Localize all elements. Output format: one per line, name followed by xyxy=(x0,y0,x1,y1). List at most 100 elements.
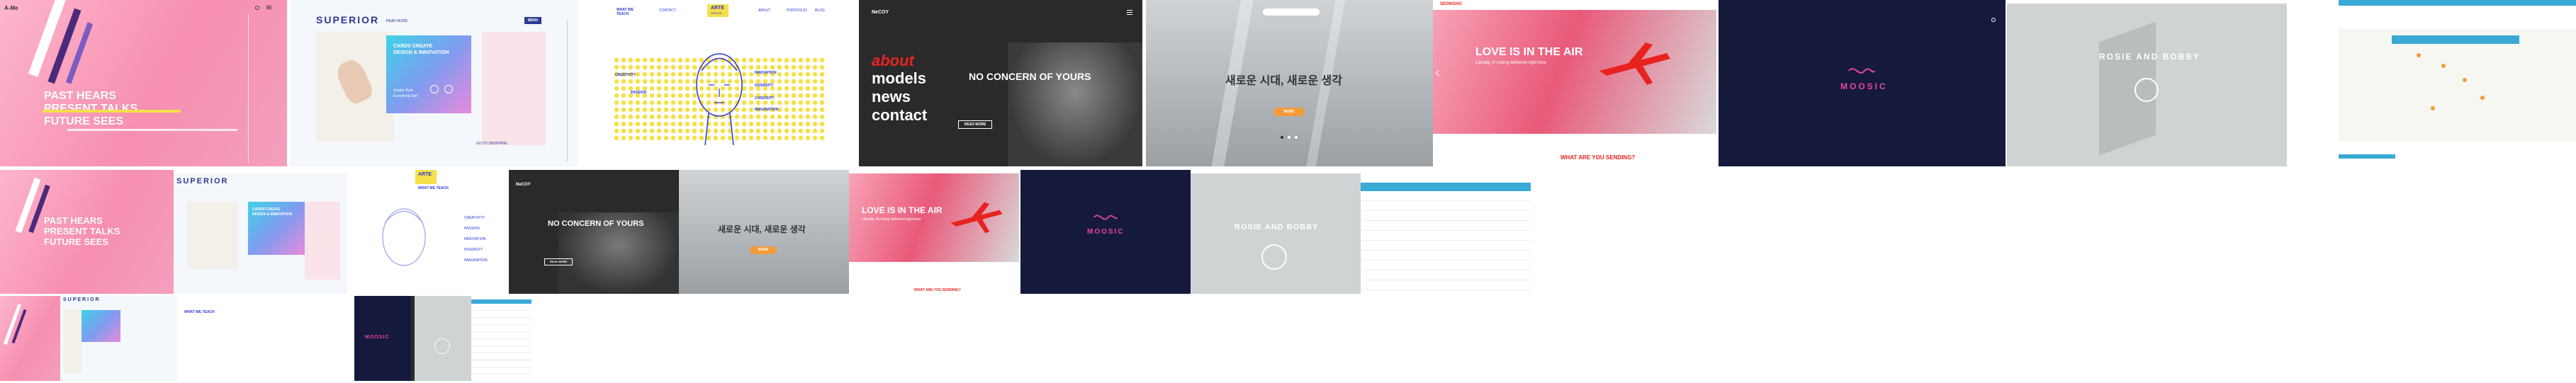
divider-line xyxy=(248,14,249,163)
gradient-card xyxy=(81,310,120,342)
card-sub-1: Simple Style xyxy=(393,88,413,93)
sky-hero xyxy=(1433,10,1716,134)
card-title-1: CARDS CREATE xyxy=(252,207,281,212)
arte-nav-portfolio[interactable]: PORTFOLIO xyxy=(787,8,807,13)
korean-heading: 새로운 시대, 새로운 생각 xyxy=(718,224,806,234)
yellow-bar xyxy=(43,110,181,113)
pink-panel xyxy=(482,32,546,145)
arte-desktop-frame: WHAT WE TEACH ARTE DESIGN CONTACT ABOUT … xyxy=(581,0,857,166)
arte-label-innovation: INNOVATION xyxy=(464,237,486,241)
moosic-title: MOOSIC xyxy=(1840,81,1888,91)
arte-logo-box[interactable]: ARTE xyxy=(415,170,437,184)
dark-read-more-button[interactable]: READ MORE xyxy=(544,258,573,265)
dark-brand[interactable]: NeCOY xyxy=(872,10,889,15)
pink-heading-2: PRESENT TALKS xyxy=(44,226,120,236)
moosic-logo-icon xyxy=(1848,68,1875,74)
statue-head-illustration xyxy=(696,53,743,146)
arte-label-innovation: INNOVATION xyxy=(755,71,777,75)
superior-footer-link[interactable]: GO TO SHOPPING xyxy=(476,142,507,146)
arte-label-passion: PASSION xyxy=(631,91,647,95)
cyan-tablet-frame xyxy=(1361,170,1531,294)
superior-menu-button[interactable]: MENU xyxy=(524,17,541,24)
rosie-tablet-frame: ROSIE AND BOBBY xyxy=(1191,173,1361,294)
arte-mobile-title: WHAT WE TEACH xyxy=(418,186,449,190)
card-title-2: DESIGN & INNOVATION xyxy=(393,50,449,55)
circle-icon xyxy=(444,85,453,93)
gradient-card: CARDS CREATE DESIGN & INNOVATION Simple … xyxy=(386,35,471,113)
arte-logo-box[interactable]: ARTE DESIGN xyxy=(707,4,729,17)
love-heading: LOVE IS IN THE AIR xyxy=(1475,46,1583,58)
arte-label-curiosity: CURIOSITY xyxy=(755,96,775,101)
superior-brand[interactable]: SUPERIOR xyxy=(316,14,379,25)
dark-tablet-frame: NeCOY NO CONCERN OF YOURS READ MORE xyxy=(509,170,679,294)
map-pin-icon[interactable] xyxy=(2480,96,2485,100)
circle-icon xyxy=(430,85,439,93)
dark-brand[interactable]: NeCOY xyxy=(516,183,531,187)
arte-label-creativity: CREATIVITY xyxy=(615,73,636,77)
pink-heading-1: PAST HEARS xyxy=(44,90,116,102)
search-icon[interactable] xyxy=(255,6,259,10)
header-strip xyxy=(2392,35,2519,44)
carousel-dot[interactable] xyxy=(1281,136,1283,139)
table-rows xyxy=(1361,191,1531,290)
korean-more-button[interactable]: MORE xyxy=(750,246,777,254)
korean-desktop-frame: 새로운 시대, 새로운 생각 MORE xyxy=(1146,0,1433,166)
map-pin-icon[interactable] xyxy=(2417,53,2421,57)
superior-brand[interactable]: SUPERIOR xyxy=(63,297,101,302)
pink-logo[interactable]: A-Me xyxy=(4,5,18,11)
hand-photo xyxy=(188,202,237,269)
pink-tablet-frame: PAST HEARS PRESENT TALKS FUTURE SEES xyxy=(0,170,174,294)
target-icon xyxy=(1261,244,1287,270)
arte-nav-about[interactable]: ABOUT xyxy=(758,8,770,13)
pink-desktop-frame: A-Me PAST HEARS PRESENT TALKS FUTURE SEE… xyxy=(0,0,287,166)
arte-tablet-frame: ARTE WHAT WE TEACH CREATIVITY PASSION IN… xyxy=(347,170,507,294)
superior-brand[interactable]: SUPERIOR xyxy=(176,177,228,185)
arte-logo-bottom: DESIGN xyxy=(711,11,722,15)
korean-more-button[interactable]: MORE xyxy=(1273,108,1305,116)
love-desktop-frame: SEONGHO LOVE IS IN THE AIR Literally, it… xyxy=(1433,0,1716,166)
love-section-title: WHAT ARE YOU SENDING? xyxy=(914,288,961,292)
dark-menu-contact[interactable]: contact xyxy=(872,106,927,125)
dark-menu-models[interactable]: models xyxy=(872,69,926,88)
airplane-icon xyxy=(950,202,1003,234)
map-pin-icon[interactable] xyxy=(2441,64,2446,68)
love-heading: LOVE IS IN THE AIR xyxy=(862,205,943,215)
arte-nav-left-2[interactable]: TEACH xyxy=(617,12,629,16)
map-area xyxy=(2339,28,2576,142)
arte-nav-contact[interactable]: CONTACT xyxy=(659,8,676,13)
dark-menu-about[interactable]: about xyxy=(872,52,914,70)
search-icon[interactable] xyxy=(1991,18,1996,22)
map-pin-icon[interactable] xyxy=(2431,106,2435,110)
love-subheading: Literally, it's being delivered right he… xyxy=(1475,61,1547,65)
dark-menu-news[interactable]: news xyxy=(872,88,911,106)
target-icon xyxy=(2135,78,2159,102)
airplane-icon xyxy=(1599,42,1670,85)
love-subheading: Literally, it's being delivered right he… xyxy=(862,217,921,222)
menu-icon[interactable] xyxy=(1127,10,1132,11)
dark-read-more-button[interactable]: READ MORE xyxy=(958,120,992,129)
table-header xyxy=(1361,183,1531,191)
korean-heading: 새로운 시대, 새로운 생각 xyxy=(1225,75,1342,87)
dark-heading: NO CONCERN OF YOURS xyxy=(548,219,644,228)
arte-label-imagination: IMAGINATION xyxy=(755,108,779,112)
rosie-mobile-frame xyxy=(415,296,471,381)
love-brand[interactable]: SEONGHO xyxy=(1440,2,1462,6)
carousel-dot[interactable] xyxy=(1295,136,1298,139)
arte-mobile-frame: WHAT WE TEACH xyxy=(177,296,354,381)
hand-photo xyxy=(64,310,81,374)
map-pin-icon[interactable] xyxy=(2463,78,2467,82)
top-nav-pill[interactable] xyxy=(1263,8,1320,16)
carousel-dot[interactable] xyxy=(1288,136,1290,139)
arte-nav-blog[interactable]: BLOG xyxy=(815,8,825,13)
superior-mobile-frame: SUPERIOR xyxy=(60,296,177,381)
moosic-title: MOOSIC xyxy=(1087,228,1125,236)
superior-nav-item[interactable]: READ MORE xyxy=(386,19,407,23)
scrollbar[interactable] xyxy=(567,20,568,161)
moosic-mobile-frame: MOOSIC xyxy=(354,296,411,381)
gradient-card: CARDS CREATE DESIGN & INNOVATION xyxy=(248,202,305,255)
love-tablet-frame: LOVE IS IN THE AIR Literally, it's being… xyxy=(849,173,1019,294)
dark-desktop-frame: NeCOY about models news contact NO CONCE… xyxy=(859,0,1142,166)
pink-heading-3: FUTURE SEES xyxy=(44,236,109,247)
moosic-title: MOOSIC xyxy=(365,335,390,340)
superior-tablet-frame: SUPERIOR CARDS CREATE DESIGN & INNOVATIO… xyxy=(174,173,347,294)
